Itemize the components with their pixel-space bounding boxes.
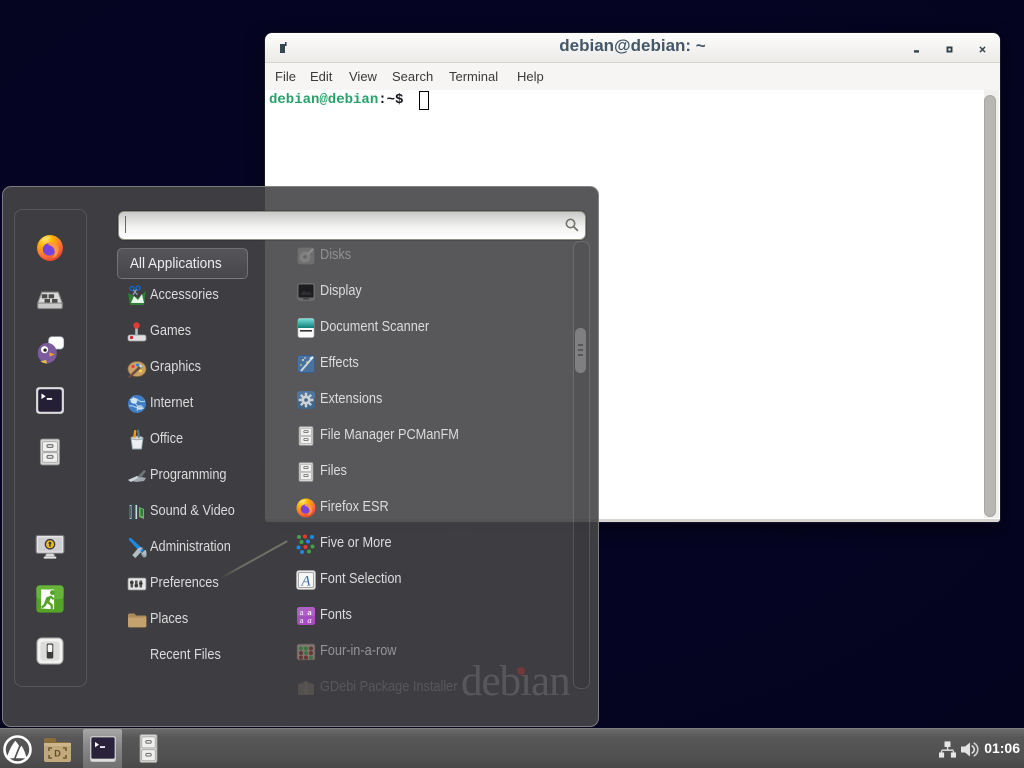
svg-text:D: D (54, 749, 61, 759)
svg-text:a: a (300, 615, 304, 625)
svg-text:A: A (300, 574, 311, 590)
svg-text:a: a (307, 615, 311, 625)
